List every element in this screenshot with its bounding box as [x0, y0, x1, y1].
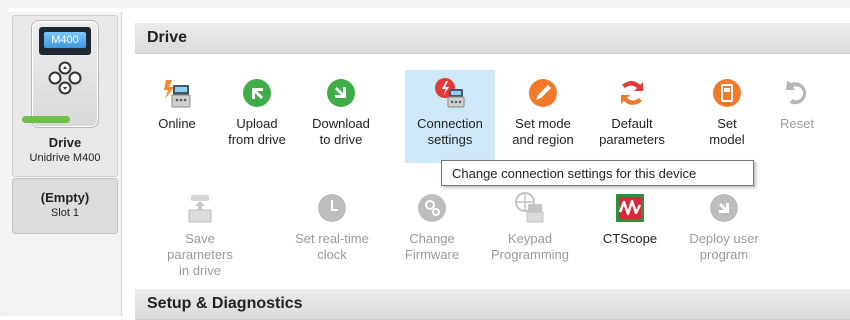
- tool-label: Keypad Programming: [490, 231, 570, 262]
- drive-model: Unidrive M400: [29, 152, 101, 164]
- firmware-icon: [418, 194, 446, 222]
- tool-label: Upload from drive: [228, 116, 286, 147]
- tool-label: Set mode and region: [512, 116, 574, 147]
- tool-label: Online: [158, 116, 196, 131]
- connection-settings-icon: [435, 78, 465, 108]
- download-arrow-icon: [327, 79, 355, 107]
- connection-settings-button[interactable]: Connection settings: [405, 70, 495, 163]
- tool-label: Download to drive: [312, 116, 370, 147]
- section-header-setup-diagnostics: Setup & Diagnostics: [135, 289, 850, 320]
- set-real-time-clock-button[interactable]: Set real-time clock: [287, 192, 377, 272]
- slot-node[interactable]: (Empty) Slot 1: [12, 178, 118, 234]
- tool-label: Default parameters: [599, 116, 665, 147]
- set-model-icon: [713, 79, 741, 107]
- tool-label: Change Firmware: [404, 231, 460, 262]
- change-firmware-button[interactable]: Change Firmware: [387, 192, 477, 272]
- tool-label: Reset: [780, 116, 814, 131]
- keypad-icon: [48, 61, 82, 95]
- window-top-border: [0, 0, 850, 8]
- default-parameters-icon: [621, 81, 643, 105]
- tool-label: Save parameters in drive: [167, 231, 233, 278]
- drive-display-text: M400: [44, 32, 86, 48]
- drive-display: M400: [39, 27, 91, 55]
- keypad-programming-button[interactable]: Keypad Programming: [485, 192, 575, 272]
- reset-button[interactable]: Reset: [752, 77, 842, 157]
- tool-label: Connection settings: [417, 116, 483, 147]
- tool-label: Set real-time clock: [295, 231, 369, 262]
- save-parameters-button[interactable]: Save parameters in drive: [155, 192, 245, 278]
- reset-icon: [786, 81, 807, 105]
- slot-subtitle: Slot 1: [50, 207, 80, 219]
- deploy-program-icon: [710, 194, 738, 222]
- drive-status-bar: [22, 116, 70, 123]
- upload-from-drive-button[interactable]: Upload from drive: [212, 77, 302, 157]
- online-button[interactable]: Online: [132, 77, 222, 157]
- set-mode-icon: [529, 79, 557, 107]
- drive-node[interactable]: M400 Drive Unidrive M400: [12, 15, 118, 177]
- deploy-user-program-button[interactable]: Deploy user program: [679, 192, 769, 272]
- default-parameters-button[interactable]: Default parameters: [587, 77, 677, 157]
- drive-device-image: M400: [31, 20, 99, 128]
- connection-settings-tooltip: Change connection settings for this devi…: [441, 160, 754, 186]
- section-title: Setup & Diagnostics: [147, 295, 303, 312]
- keypad-programming-icon: [515, 192, 544, 223]
- save-parameters-icon: [188, 195, 212, 223]
- section-header-drive: Drive: [135, 23, 850, 54]
- ctscope-icon: [616, 194, 644, 222]
- section-title: Drive: [147, 29, 188, 46]
- tool-label: CTScope: [602, 231, 658, 246]
- slot-title: (Empty): [40, 190, 90, 205]
- clock-icon: [318, 194, 346, 222]
- window-left-border: [0, 0, 8, 316]
- ctscope-button[interactable]: CTScope: [585, 192, 675, 272]
- online-plug-icon: [164, 80, 191, 108]
- drive-name: Drive: [48, 135, 82, 150]
- set-mode-and-region-button[interactable]: Set mode and region: [498, 77, 588, 157]
- device-sidebar: M400 Drive Unidrive M400 (Empty) Slot 1: [8, 12, 122, 316]
- upload-arrow-icon: [243, 79, 271, 107]
- download-to-drive-button[interactable]: Download to drive: [296, 77, 386, 157]
- tool-label: Deploy user program: [689, 231, 759, 262]
